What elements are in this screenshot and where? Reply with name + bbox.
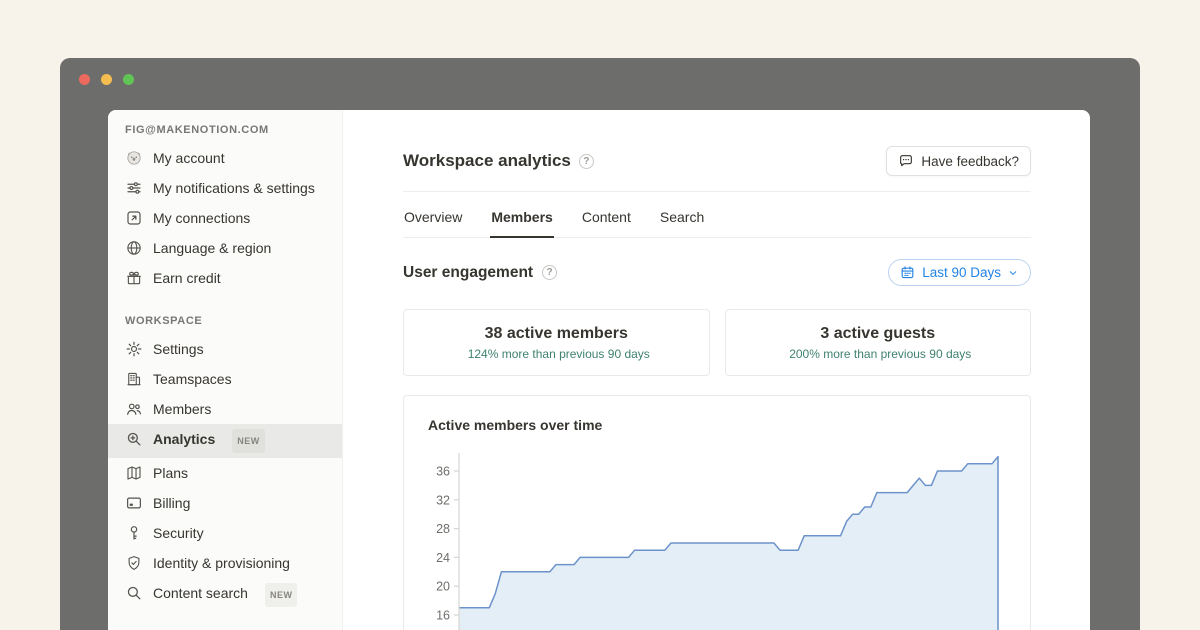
sidebar-item[interactable]: Billing <box>108 488 342 518</box>
sidebar-item-label: Language & region <box>153 238 271 258</box>
sidebar-item[interactable]: Teamspaces <box>108 364 342 394</box>
settings-panel: FIG@MAKENOTION.COM My account My notific… <box>108 110 1090 630</box>
key-icon <box>125 524 143 542</box>
tab[interactable]: Content <box>581 209 632 237</box>
sidebar-item-label: Plans <box>153 463 188 483</box>
account-menu: My account My notifications & settings M… <box>108 143 342 293</box>
sidebar-item[interactable]: Earn credit <box>108 263 342 293</box>
chevron-down-icon <box>1008 268 1018 278</box>
user-engagement-header: User engagement ? Last 90 Days <box>403 259 1031 286</box>
sidebar-item-label: Billing <box>153 493 190 513</box>
sidebar-item[interactable]: Security <box>108 518 342 548</box>
globe-icon <box>125 239 143 257</box>
settings-sidebar: FIG@MAKENOTION.COM My account My notific… <box>108 110 343 630</box>
tab[interactable]: Members <box>490 209 553 238</box>
svg-text:32: 32 <box>436 493 450 507</box>
app-window: FIG@MAKENOTION.COM My account My notific… <box>60 58 1140 630</box>
sidebar-item[interactable]: Members <box>108 394 342 424</box>
svg-text:36: 36 <box>436 465 450 479</box>
workspace-menu: Settings Teamspaces Members <box>108 334 342 612</box>
svg-text:20: 20 <box>436 580 450 594</box>
sliders-icon <box>125 179 143 197</box>
new-badge: NEW <box>232 429 265 453</box>
sidebar-item[interactable]: Analytics NEW <box>108 424 342 458</box>
analytics-content: Workspace analytics ? Have feedback? Ove… <box>343 110 1090 630</box>
stat-delta: 200% more than previous 90 days <box>784 347 971 361</box>
sidebar-item[interactable]: Identity & provisioning <box>108 548 342 578</box>
new-badge: NEW <box>265 583 298 607</box>
sidebar-item-label: My account <box>153 148 225 168</box>
window-controls <box>79 74 134 85</box>
svg-text:24: 24 <box>436 551 450 565</box>
sidebar-item-label: Identity & provisioning <box>153 553 290 573</box>
active-members-chart-card: Active members over time 36 32 28 24 20 16 <box>403 395 1031 630</box>
sidebar-item-label: My notifications & settings <box>153 178 315 198</box>
building-icon <box>125 370 143 388</box>
svg-text:28: 28 <box>436 522 450 536</box>
magnifier-plus-icon <box>125 430 143 448</box>
magnifier-icon <box>125 584 143 602</box>
arrow-up-right-box-icon <box>125 209 143 227</box>
sidebar-item-label: Analytics <box>153 429 215 449</box>
sidebar-item[interactable]: My account <box>108 143 342 173</box>
tab[interactable]: Overview <box>403 209 463 237</box>
help-icon[interactable]: ? <box>542 265 557 280</box>
account-email: FIG@MAKENOTION.COM <box>108 124 342 136</box>
calendar-icon <box>900 265 915 280</box>
date-range-dropdown[interactable]: Last 90 Days <box>888 259 1031 286</box>
sidebar-item-label: My connections <box>153 208 250 228</box>
sidebar-item-label: Teamspaces <box>153 369 232 389</box>
stat-value: 3 active guests <box>820 325 935 343</box>
have-feedback-button[interactable]: Have feedback? <box>886 146 1031 176</box>
map-icon <box>125 464 143 482</box>
zoom-window-button[interactable] <box>123 74 134 85</box>
close-window-button[interactable] <box>79 74 90 85</box>
sidebar-item[interactable]: Language & region <box>108 233 342 263</box>
people-icon <box>125 400 143 418</box>
feedback-bubble-icon <box>898 153 914 169</box>
svg-text:16: 16 <box>436 609 450 623</box>
sidebar-item[interactable]: Plans <box>108 458 342 488</box>
help-icon[interactable]: ? <box>579 154 594 169</box>
tab[interactable]: Search <box>659 209 705 237</box>
stat-card: 3 active guests 200% more than previous … <box>725 309 1032 376</box>
sidebar-item-label: Security <box>153 523 204 543</box>
stat-card: 38 active members 124% more than previou… <box>403 309 710 376</box>
sidebar-item[interactable]: My notifications & settings <box>108 173 342 203</box>
gift-icon <box>125 269 143 287</box>
avatar-icon <box>125 149 143 167</box>
sidebar-item[interactable]: Content search NEW <box>108 578 342 612</box>
stat-delta: 124% more than previous 90 days <box>463 347 650 361</box>
stat-cards: 38 active members 124% more than previou… <box>403 309 1031 376</box>
header-divider <box>403 191 1031 192</box>
sidebar-item[interactable]: Settings <box>108 334 342 364</box>
page-header: Workspace analytics ? Have feedback? <box>403 146 1031 176</box>
page-title: Workspace analytics ? <box>403 151 594 171</box>
sidebar-item-label: Content search <box>153 583 248 603</box>
analytics-tabs: Overview Members Content Search <box>403 209 1031 238</box>
credit-card-icon <box>125 494 143 512</box>
gear-icon <box>125 340 143 358</box>
shield-check-icon <box>125 554 143 572</box>
active-members-area-chart: 36 32 28 24 20 16 <box>428 447 1006 630</box>
stat-value: 38 active members <box>485 325 628 343</box>
sidebar-item-label: Settings <box>153 339 204 359</box>
sidebar-item-label: Earn credit <box>153 268 221 288</box>
minimize-window-button[interactable] <box>101 74 112 85</box>
sidebar-item-label: Members <box>153 399 211 419</box>
sidebar-item[interactable]: My connections <box>108 203 342 233</box>
chart-title: Active members over time <box>428 417 1006 433</box>
section-title: User engagement ? <box>403 264 557 282</box>
workspace-section-heading: WORKSPACE <box>108 293 342 334</box>
